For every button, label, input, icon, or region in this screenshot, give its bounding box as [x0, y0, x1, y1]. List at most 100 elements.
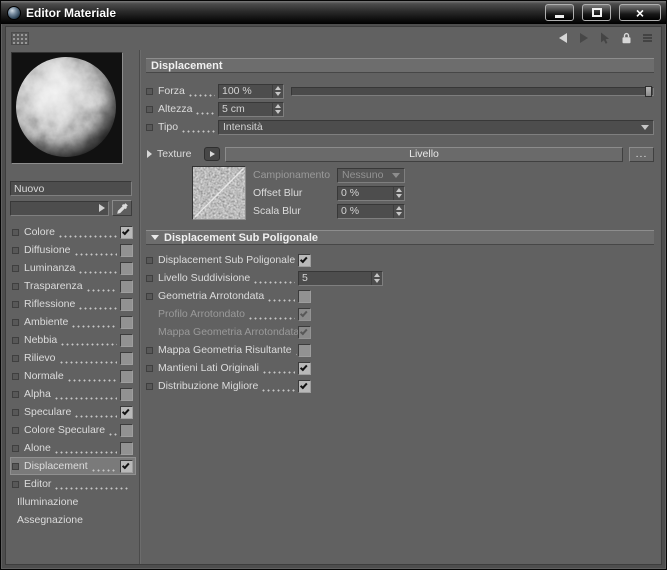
popup-triangle-icon — [99, 204, 105, 212]
channel-label: Colore Speculare — [24, 424, 106, 436]
sidebar-item-alone[interactable]: Alone — [10, 439, 136, 457]
sidebar-item-riflessione[interactable]: Riflessione — [10, 295, 136, 313]
sidebar-item-trasparenza[interactable]: Trasparenza — [10, 277, 136, 295]
dock-grip-icon[interactable] — [11, 31, 29, 45]
param-row-mappa-geometria-risultante: Mappa Geometria Risultante — [146, 341, 654, 359]
channel-checkbox-speculare[interactable] — [120, 405, 133, 419]
spinner-arrows-icon[interactable] — [393, 204, 404, 218]
sidebar-item-luminanza[interactable]: Luminanza — [10, 259, 136, 277]
param-dot — [12, 282, 19, 290]
section-title: Displacement — [151, 59, 223, 72]
channel-checkbox-rilievo[interactable] — [120, 351, 133, 365]
dot-leader — [58, 360, 117, 364]
sidebar-item-speculare[interactable]: Speculare — [10, 403, 136, 421]
sidebar-item-normale[interactable]: Normale — [10, 367, 136, 385]
sidebar-item-assegnazione[interactable]: Assegnazione — [10, 511, 136, 529]
dot-leader — [53, 396, 117, 400]
section-header-sub-poligonale[interactable]: Displacement Sub Poligonale — [146, 230, 654, 245]
param-dot — [146, 292, 153, 300]
channel-checkbox-ambiente[interactable] — [120, 315, 133, 329]
sidebar-item-alpha[interactable]: Alpha — [10, 385, 136, 403]
preview-select-field[interactable] — [10, 200, 109, 216]
param-label: Tipo — [158, 121, 179, 133]
sidebar-item-displacement[interactable]: Displacement — [10, 457, 136, 475]
texture-browse-button[interactable]: ... — [629, 146, 654, 162]
scala-blur-input[interactable]: 0 % — [337, 203, 405, 219]
chevron-down-icon — [641, 124, 649, 130]
displacement-sub-poligonale-checkbox[interactable] — [298, 253, 311, 267]
param-row-profilo-arrotondato: Profilo Arrotondato — [146, 305, 654, 323]
param-dot — [12, 408, 19, 416]
spinner-arrows-icon[interactable] — [272, 102, 283, 116]
dot-leader — [90, 468, 117, 472]
param-row-forza: Forza 100 % — [146, 82, 654, 100]
spinner-arrows-icon[interactable] — [393, 186, 404, 200]
close-button[interactable]: × — [619, 4, 661, 21]
history-back-icon[interactable] — [554, 30, 572, 46]
channel-checkbox-colore-speculare[interactable] — [120, 423, 133, 437]
panel-menu-icon[interactable] — [638, 30, 656, 46]
sidebar-item-colore[interactable]: Colore — [10, 223, 136, 241]
offset-blur-input[interactable]: 0 % — [337, 185, 405, 201]
channel-checkbox-luminanza[interactable] — [120, 261, 133, 275]
sidebar-item-diffusione[interactable]: Diffusione — [10, 241, 136, 259]
section-header-displacement: Displacement — [146, 58, 654, 73]
channel-checkbox-trasparenza[interactable] — [120, 279, 133, 293]
altezza-input[interactable]: 5 cm — [218, 101, 284, 117]
dot-leader — [267, 298, 295, 302]
section-title: Displacement Sub Poligonale — [164, 231, 319, 244]
channel-checkbox-displacement[interactable] — [120, 459, 133, 473]
channel-list: Colore Diffusione Luminanza Trasparenza Rifl… — [10, 223, 136, 529]
panel-divider — [139, 50, 141, 564]
channel-checkbox-nebbia[interactable] — [120, 333, 133, 347]
texture-popup-button[interactable] — [204, 147, 220, 161]
forza-slider-knob[interactable] — [645, 85, 652, 97]
sidebar-item-nebbia[interactable]: Nebbia — [10, 331, 136, 349]
geometria-arrotondata-checkbox[interactable] — [298, 289, 311, 303]
channel-checkbox-alone[interactable] — [120, 441, 133, 455]
channel-checkbox-alpha[interactable] — [120, 387, 133, 401]
eyedropper-button[interactable] — [112, 200, 132, 216]
channel-checkbox-diffusione[interactable] — [120, 243, 133, 257]
expand-triangle-icon[interactable] — [147, 150, 152, 158]
sidebar-item-colore-speculare[interactable]: Colore Speculare — [10, 421, 136, 439]
distribuzione-migliore-checkbox[interactable] — [298, 379, 311, 393]
material-editor-window: Editor Materiale × Nuovo Colore Diffusio… — [0, 0, 667, 570]
material-name-field[interactable]: Nuovo — [10, 181, 132, 196]
mappa-geometria-risultante-checkbox[interactable] — [298, 343, 311, 357]
livello-suddivisione-input[interactable]: 5 — [298, 270, 383, 286]
maximize-button[interactable] — [582, 4, 611, 21]
dot-leader — [71, 324, 117, 328]
sidebar-item-editor[interactable]: Editor — [10, 475, 136, 493]
collapse-triangle-icon[interactable] — [151, 235, 159, 240]
dot-leader — [108, 432, 117, 436]
forza-slider[interactable] — [291, 85, 654, 97]
titlebar[interactable]: Editor Materiale × — [1, 1, 666, 24]
param-row-mantieni-lati-originali: Mantieni Lati Originali — [146, 359, 654, 377]
texture-shader-button[interactable]: Livello — [225, 146, 623, 162]
channel-checkbox-normale[interactable] — [120, 369, 133, 383]
dot-leader — [253, 280, 295, 284]
sidebar-item-rilievo[interactable]: Rilievo — [10, 349, 136, 367]
sidebar-item-ambiente[interactable]: Ambiente — [10, 313, 136, 331]
subsection-rows: Displacement Sub Poligonale Livello Suddi… — [146, 251, 654, 395]
param-row-altezza: Altezza 5 cm — [146, 100, 654, 118]
texture-thumbnail[interactable] — [192, 166, 246, 220]
dot-leader — [294, 352, 297, 356]
spinner-arrows-icon[interactable] — [272, 84, 283, 98]
param-row-tipo: Tipo Intensità — [146, 118, 654, 136]
sidebar-item-illuminazione[interactable]: Illuminazione — [10, 493, 136, 511]
forza-input[interactable]: 100 % — [218, 83, 284, 99]
param-dot — [146, 105, 153, 113]
window-title: Editor Materiale — [26, 5, 117, 20]
tipo-dropdown[interactable]: Intensità — [218, 119, 654, 135]
channel-checkbox-riflessione[interactable] — [120, 297, 133, 311]
minimize-button[interactable] — [545, 4, 574, 21]
mantieni-lati-originali-checkbox[interactable] — [298, 361, 311, 375]
channel-checkbox-colore[interactable] — [120, 225, 133, 239]
lock-icon[interactable] — [617, 30, 635, 46]
param-label: Livello Suddivisione — [158, 272, 251, 284]
spinner-arrows-icon[interactable] — [371, 271, 382, 285]
popup-triangle-icon — [209, 151, 215, 157]
material-preview[interactable] — [11, 52, 123, 164]
